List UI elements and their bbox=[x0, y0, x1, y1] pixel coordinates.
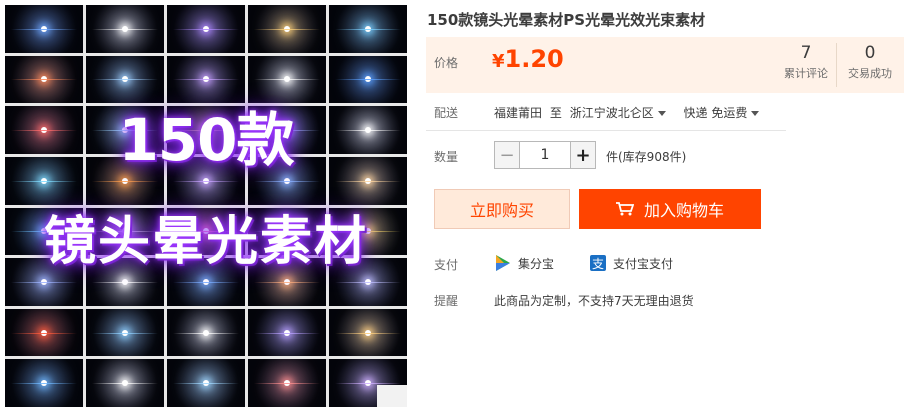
chevron-down-icon bbox=[751, 111, 760, 116]
stock-info: 件(库存908件) bbox=[606, 150, 687, 164]
flare-thumbnail bbox=[329, 106, 407, 154]
flare-thumbnail bbox=[167, 207, 245, 256]
alipay-icon: 支 bbox=[590, 255, 606, 271]
decrease-button[interactable]: − bbox=[494, 141, 520, 169]
flare-thumbnail bbox=[248, 258, 326, 306]
flare-thumbnail bbox=[5, 5, 83, 53]
add-to-cart-button[interactable]: 加入购物车 bbox=[579, 189, 761, 229]
flare-thumbnail bbox=[5, 55, 83, 104]
flare-thumbnail bbox=[5, 359, 83, 407]
stat-divider bbox=[836, 43, 837, 87]
flare-thumbnail bbox=[167, 5, 245, 53]
add-to-cart-label: 加入购物车 bbox=[643, 201, 724, 220]
reviews-count: 7 bbox=[800, 43, 812, 63]
reviews-label: 累计评论 bbox=[784, 67, 828, 80]
chevron-down-icon bbox=[657, 111, 666, 116]
sales-label: 交易成功 bbox=[848, 67, 892, 80]
flare-thumbnail bbox=[329, 308, 407, 357]
flare-thumbnail bbox=[167, 55, 245, 104]
notice-text: 此商品为定制，不支持7天无理由退货 bbox=[494, 294, 694, 308]
flare-thumbnail bbox=[86, 106, 164, 154]
flare-thumbnail bbox=[5, 258, 83, 306]
flare-thumbnail bbox=[329, 156, 407, 205]
flare-thumbnail bbox=[86, 207, 164, 256]
buy-now-button[interactable]: 立即购买 bbox=[434, 189, 570, 229]
shipping-to: 至 bbox=[549, 106, 562, 120]
price-amount: 1.20 bbox=[504, 45, 564, 73]
quantity-stepper: − 1 + bbox=[494, 141, 596, 169]
shipping-origin: 福建莆田 bbox=[494, 106, 543, 120]
svg-text:支: 支 bbox=[592, 257, 604, 271]
payment-jifenbao: 集分宝 bbox=[494, 254, 554, 272]
quantity-label: 数量 bbox=[434, 150, 459, 164]
flare-thumbnail bbox=[248, 156, 326, 205]
flare-thumbnail bbox=[248, 106, 326, 154]
alipay-label: 支付宝支付 bbox=[613, 256, 674, 271]
product-main-image[interactable]: 150款 镜头晕光素材 bbox=[5, 5, 407, 407]
flare-thumbnail bbox=[167, 106, 245, 154]
sales-stat: 0 交易成功 bbox=[840, 43, 900, 81]
flare-thumbnail bbox=[329, 207, 407, 256]
shipping-info: 福建莆田 至 浙江宁波北仑区 快递 免运费 bbox=[494, 104, 760, 121]
flare-thumbnail bbox=[86, 258, 164, 306]
flare-thumbnail bbox=[167, 156, 245, 205]
shipping-method-select[interactable]: 快递 免运费 bbox=[684, 106, 760, 120]
flare-thumbnail bbox=[86, 5, 164, 53]
shipping-method: 快递 免运费 bbox=[683, 106, 748, 120]
currency-symbol: ¥ bbox=[492, 51, 505, 72]
flare-thumbnail bbox=[248, 55, 326, 104]
divider bbox=[426, 130, 786, 131]
price-value: ¥1.20 bbox=[492, 45, 564, 73]
cart-icon bbox=[615, 202, 634, 216]
flare-thumbnail bbox=[167, 359, 245, 407]
flare-thumbnail bbox=[5, 308, 83, 357]
payment-label: 支付 bbox=[434, 258, 459, 272]
flare-thumbnail bbox=[5, 156, 83, 205]
notice-label: 提醒 bbox=[434, 294, 459, 308]
flare-thumbnail bbox=[5, 106, 83, 154]
zoom-corner[interactable] bbox=[377, 385, 407, 407]
flare-thumbnail-grid bbox=[5, 5, 407, 407]
flare-thumbnail bbox=[329, 258, 407, 306]
sales-count: 0 bbox=[864, 43, 876, 63]
shipping-label: 配送 bbox=[434, 106, 459, 120]
quantity-input[interactable]: 1 bbox=[520, 141, 570, 169]
flare-thumbnail bbox=[329, 55, 407, 104]
flare-thumbnail bbox=[86, 55, 164, 104]
shipping-destination: 浙江宁波北仑区 bbox=[569, 106, 654, 120]
price-label: 价格 bbox=[434, 56, 459, 70]
flare-thumbnail bbox=[248, 207, 326, 256]
jifenbao-icon bbox=[496, 255, 510, 271]
payment-alipay: 支 支付宝支付 bbox=[589, 254, 673, 272]
jifenbao-label: 集分宝 bbox=[518, 256, 555, 271]
product-title: 150款镜头光晕素材PS光晕光效光束素材 bbox=[427, 11, 706, 29]
flare-thumbnail bbox=[167, 308, 245, 357]
flare-thumbnail bbox=[248, 5, 326, 53]
shipping-destination-select[interactable]: 浙江宁波北仑区 bbox=[570, 106, 666, 120]
flare-thumbnail bbox=[5, 207, 83, 256]
flare-thumbnail bbox=[329, 5, 407, 53]
flare-thumbnail bbox=[86, 308, 164, 357]
flare-thumbnail bbox=[86, 156, 164, 205]
price-panel: 价格 ¥1.20 7 累计评论 0 交易成功 bbox=[426, 37, 904, 93]
increase-button[interactable]: + bbox=[570, 141, 596, 169]
flare-thumbnail bbox=[167, 258, 245, 306]
reviews-stat[interactable]: 7 累计评论 bbox=[776, 43, 836, 81]
flare-thumbnail bbox=[248, 359, 326, 407]
flare-thumbnail bbox=[248, 308, 326, 357]
flare-thumbnail bbox=[86, 359, 164, 407]
